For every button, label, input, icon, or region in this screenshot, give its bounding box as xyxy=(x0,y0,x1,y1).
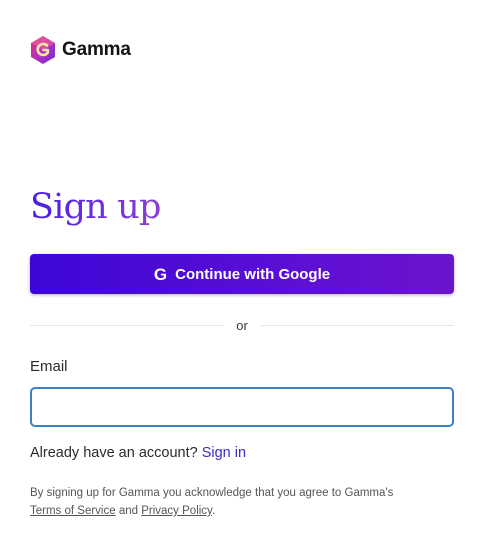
privacy-policy-link[interactable]: Privacy Policy xyxy=(141,505,212,517)
gamma-logo-icon xyxy=(30,35,56,65)
continue-with-google-button[interactable]: G Continue with Google xyxy=(30,254,454,294)
terms-of-service-link[interactable]: Terms of Service xyxy=(30,505,116,517)
already-have-account: Already have an account? Sign in xyxy=(30,445,246,461)
sign-in-link[interactable]: Sign in xyxy=(202,445,246,461)
or-divider: or xyxy=(30,315,454,335)
signup-page: Gamma Sign up G Continue with Google or … xyxy=(0,0,489,555)
email-field[interactable] xyxy=(30,387,454,427)
divider-line-left xyxy=(30,324,225,326)
google-g-icon: G xyxy=(153,264,168,284)
google-button-label: Continue with Google xyxy=(175,265,331,283)
page-title: Sign up xyxy=(30,184,161,230)
divider-line-right xyxy=(259,324,454,326)
legal-prefix: By signing up for Gamma you acknowledge … xyxy=(30,487,394,499)
legal-notice: By signing up for Gamma you acknowledge … xyxy=(30,484,460,520)
divider-text: or xyxy=(236,317,248,333)
already-account-text: Already have an account? xyxy=(30,445,198,461)
legal-and: and xyxy=(118,505,139,517)
email-label: Email xyxy=(30,358,68,375)
brand-name: Gamma xyxy=(62,39,131,60)
legal-suffix: . xyxy=(211,505,216,517)
brand-logo[interactable]: Gamma xyxy=(30,35,131,65)
